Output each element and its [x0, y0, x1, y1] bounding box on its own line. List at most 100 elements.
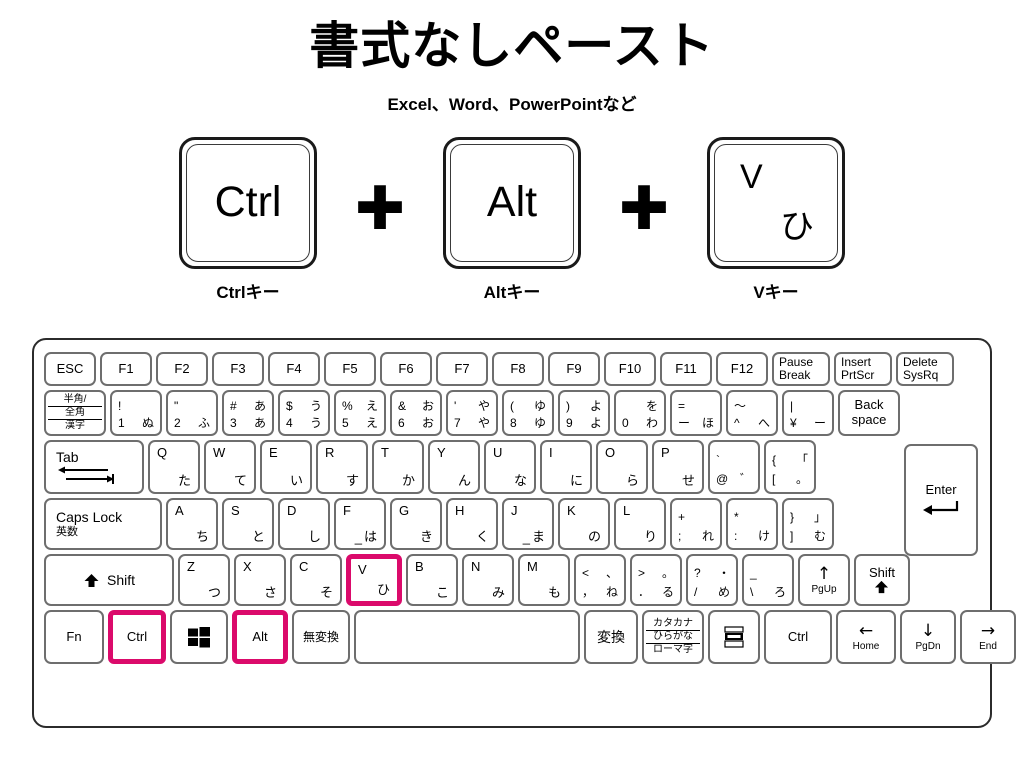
keyboard-key-f4[interactable]: F4 [268, 352, 320, 386]
keyboard-key-arrow-left-home[interactable]: ← Home [836, 610, 896, 664]
keyboard-key-bracket-left[interactable]: {「 [。 [764, 440, 816, 494]
key-legend-shift: * [734, 510, 739, 525]
keyboard-key-backslash[interactable]: _ \ ろ [742, 554, 794, 606]
keyboard-key-bracket-right[interactable]: } 」] む [782, 498, 834, 550]
keyboard-key-arrow-up-pgup[interactable]: ↑ PgUp [798, 554, 850, 606]
keyboard-key-f7[interactable]: F7 [436, 352, 488, 386]
keyboard-key-key-c[interactable]: Cそ [290, 554, 342, 606]
keyboard-key-menu[interactable] [708, 610, 760, 664]
keyboard-key-key-o[interactable]: Oら [596, 440, 648, 494]
enter-arrow-icon [923, 500, 959, 515]
keyboard-key-henkan[interactable]: 変換 [584, 610, 638, 664]
keyboard-key-key-l[interactable]: Lり [614, 498, 666, 550]
keyboard-diagram: ESC F1 F2 F3 F4 F5 F6 F7 F8 F9 F10 F11 F12 Pause Break… [32, 338, 1016, 728]
keyboard-key-f2[interactable]: F2 [156, 352, 208, 386]
keyboard-key-digit-2[interactable]: " 2 ふ [166, 390, 218, 436]
key-label: F10 [618, 361, 642, 377]
keyboard-key-digit-3[interactable]: # あ 3 あ [222, 390, 274, 436]
keyboard-key-key-j[interactable]: J ま _ [502, 498, 554, 550]
keyboard-key-ctrl-left[interactable]: Ctrl [108, 610, 166, 664]
keyboard-key-comma[interactable]: < 、 ， ね [574, 554, 626, 606]
keyboard-key-digit-1[interactable]: ! 1 ぬ [110, 390, 162, 436]
keyboard-key-f8[interactable]: F8 [492, 352, 544, 386]
keyboard-key-pause-break[interactable]: Pause Break [772, 352, 830, 386]
keyboard-key-key-x[interactable]: Xさ [234, 554, 286, 606]
keyboard-key-ctrl-right[interactable]: Ctrl [764, 610, 832, 664]
keyboard-key-space[interactable] [354, 610, 580, 664]
key-kana: り [643, 529, 657, 545]
keyboard-key-windows[interactable] [170, 610, 228, 664]
keyboard-key-muhenkan[interactable]: 無変換 [292, 610, 350, 664]
key-legend-shift: { [772, 453, 777, 468]
keyboard-key-backspace[interactable]: Back space [838, 390, 900, 436]
shift-arrow-icon [875, 581, 889, 594]
keyboard-key-tab[interactable]: Tab [44, 440, 144, 494]
keyboard-key-key-u[interactable]: Uな [484, 440, 536, 494]
keyboard-key-key-r[interactable]: Rす [316, 440, 368, 494]
keyboard-key-minus[interactable]: = ーほ [670, 390, 722, 436]
keyboard-key-f10[interactable]: F10 [604, 352, 656, 386]
keyboard-key-key-q[interactable]: Qた [148, 440, 200, 494]
key-legend-kana: 。 [795, 472, 808, 487]
keyboard-key-key-v[interactable]: Vひ [346, 554, 402, 606]
keyboard-key-caret[interactable]: ～ ^ へ [726, 390, 778, 436]
key-label: F12 [730, 361, 754, 377]
keyboard-key-digit-4[interactable]: $ う 4 う [278, 390, 330, 436]
keyboard-key-key-f[interactable]: F は _ [334, 498, 386, 550]
keyboard-key-delete-sysrq[interactable]: Delete SysRq [896, 352, 954, 386]
keyboard-key-at[interactable]: ` @ ゛ [708, 440, 760, 494]
keyboard-key-arrow-down-pgdn[interactable]: ↓ PgDn [900, 610, 956, 664]
keyboard-key-hankaku-zenkaku[interactable]: 半角/全角 漢字 [44, 390, 106, 436]
keyboard-key-fn[interactable]: Fn [44, 610, 104, 664]
keyboard-key-key-m[interactable]: Mも [518, 554, 570, 606]
keyboard-key-shift-left[interactable]: Shift [44, 554, 174, 606]
keyboard-key-key-h[interactable]: Hく [446, 498, 498, 550]
keyboard-key-key-i[interactable]: Iに [540, 440, 592, 494]
keyboard-key-caps-lock[interactable]: Caps Lock 英数 [44, 498, 162, 550]
keyboard-key-key-g[interactable]: Gき [390, 498, 442, 550]
keyboard-key-f6[interactable]: F6 [380, 352, 432, 386]
keyboard-key-f1[interactable]: F1 [100, 352, 152, 386]
keyboard-key-digit-0[interactable]: を 0 わ [614, 390, 666, 436]
keyboard-key-key-y[interactable]: Yん [428, 440, 480, 494]
keyboard-key-digit-9[interactable]: ) よ 9 よ [558, 390, 610, 436]
keyboard-key-slash[interactable]: ? ・ / め [686, 554, 738, 606]
keyboard-key-f3[interactable]: F3 [212, 352, 264, 386]
keyboard-key-key-a[interactable]: Aち [166, 498, 218, 550]
keyboard-key-insert-prtscr[interactable]: Insert PrtScr [834, 352, 892, 386]
keyboard-key-key-s[interactable]: Sと [222, 498, 274, 550]
keyboard-key-key-z[interactable]: Zつ [178, 554, 230, 606]
key-legend-base: ^ [734, 416, 740, 431]
keyboard-key-period[interactable]: > 。 ． る [630, 554, 682, 606]
keyboard-key-colon[interactable]: *: け [726, 498, 778, 550]
keyboard-key-f11[interactable]: F11 [660, 352, 712, 386]
keyboard-key-key-t[interactable]: Tか [372, 440, 424, 494]
keyboard-key-key-d[interactable]: Dし [278, 498, 330, 550]
key-legend-base: 7 [454, 416, 461, 431]
keyboard-key-f5[interactable]: F5 [324, 352, 376, 386]
keyboard-key-digit-6[interactable]: & お 6 お [390, 390, 442, 436]
keyboard-key-f9[interactable]: F9 [548, 352, 600, 386]
keyboard-key-esc[interactable]: ESC [44, 352, 96, 386]
keyboard-key-enter[interactable]: Enter [904, 444, 978, 556]
keyboard-key-semicolon[interactable]: +; れ [670, 498, 722, 550]
keyboard-key-key-n[interactable]: Nみ [462, 554, 514, 606]
keyboard-key-arrow-right-end[interactable]: → End [960, 610, 1016, 664]
keyboard-key-digit-7[interactable]: ' や 7 や [446, 390, 498, 436]
keyboard-key-digit-8[interactable]: (ゆ 8 ゆ [502, 390, 554, 436]
key-kana: ん [457, 473, 471, 489]
keyboard-key-key-k[interactable]: Kの [558, 498, 610, 550]
keyboard-key-alt-left[interactable]: Alt [232, 610, 288, 664]
keyboard-key-yen[interactable]: | ¥ ー [782, 390, 834, 436]
keyboard-key-digit-5[interactable]: % え 5 え [334, 390, 386, 436]
keyboard-key-key-p[interactable]: Pせ [652, 440, 704, 494]
keyboard-key-key-b[interactable]: Bこ [406, 554, 458, 606]
keyboard-key-shift-right[interactable]: Shift [854, 554, 910, 606]
key-label: F11 [675, 361, 697, 377]
keyboard-key-f12[interactable]: F12 [716, 352, 768, 386]
keyboard-key-katakana-hiragana[interactable]: カタカナ ひらがな ローマ字 [642, 610, 704, 664]
key-kana: ら [625, 473, 639, 489]
keyboard-key-key-e[interactable]: Eい [260, 440, 312, 494]
keyboard-key-key-w[interactable]: Wて [204, 440, 256, 494]
key-legend-kana: ね [605, 584, 618, 599]
